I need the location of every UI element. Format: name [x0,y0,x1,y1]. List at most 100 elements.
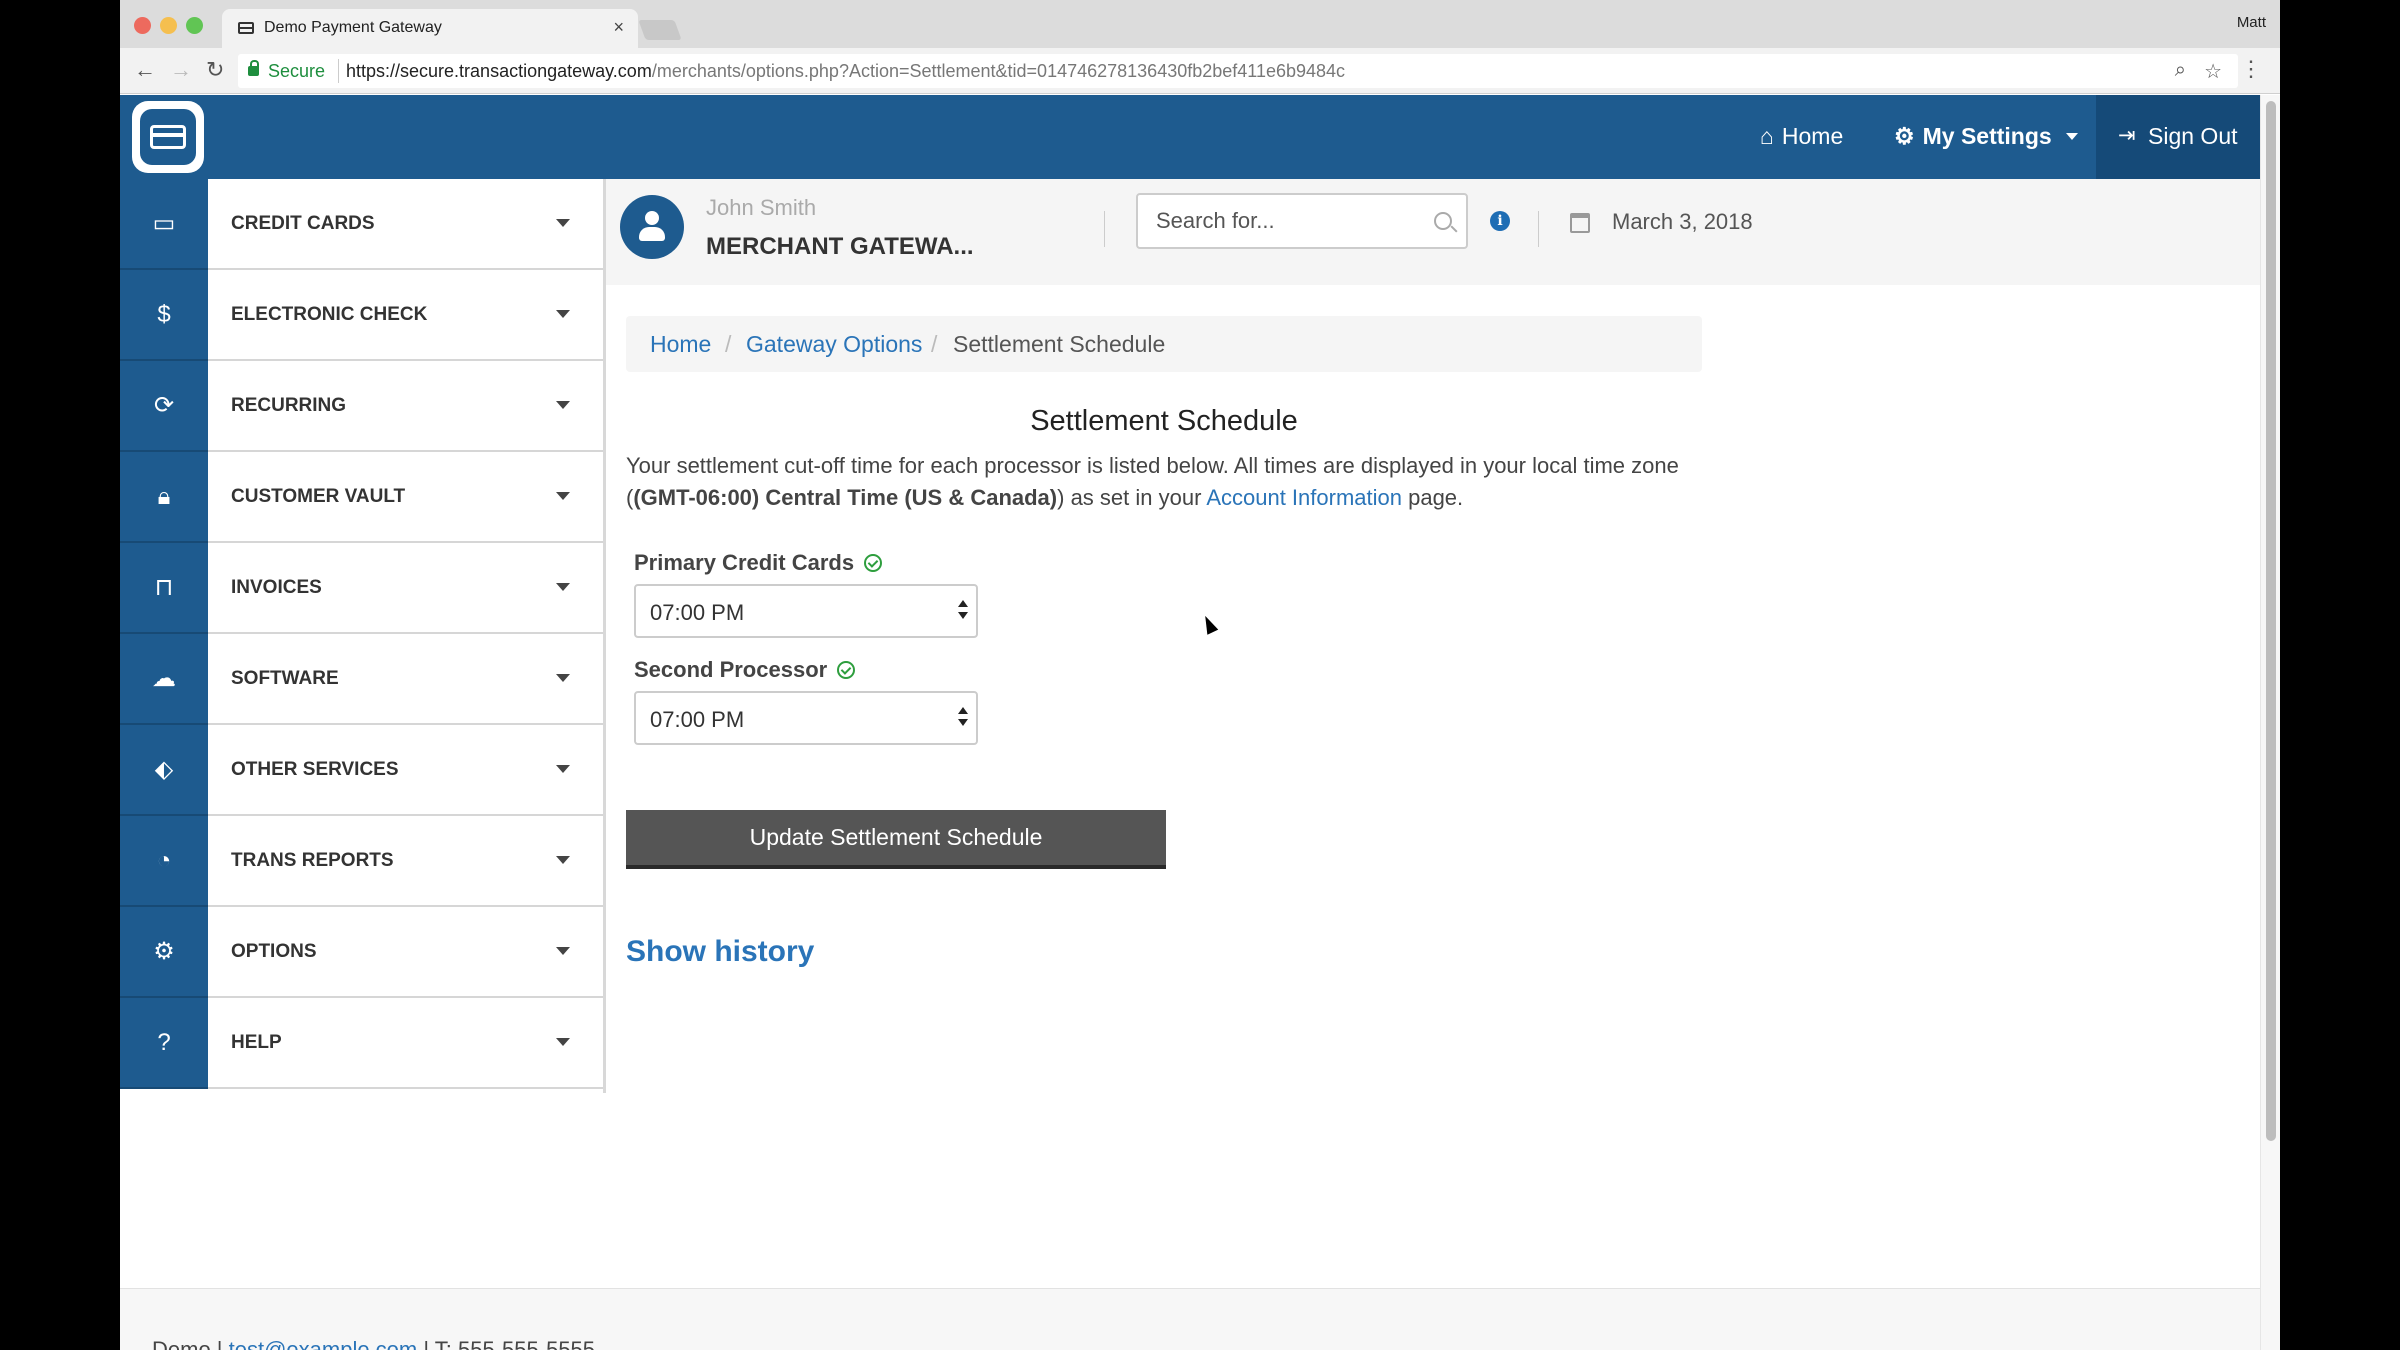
user-name: John Smith [706,195,817,220]
sidebar-item-recurring[interactable]: ⟳ RECURRING [120,361,603,452]
chevron-down-icon [556,583,570,591]
select-value: 07:00 PM [650,600,745,625]
nav-home-label: Home [1781,123,1844,149]
lock-icon: 🔒︎ [120,452,208,543]
profile-name[interactable]: Matt [2237,14,2266,31]
back-icon[interactable]: ← [134,57,156,83]
breadcrumb-gateway-options-link[interactable]: Gateway Options [746,331,922,358]
select-value: 07:00 PM [650,707,745,732]
lock-icon [248,60,259,76]
card-favicon-icon [238,22,254,34]
gears-icon: ⚙ [120,907,208,998]
close-window-button[interactable] [134,17,151,34]
breadcrumb-current: Settlement Schedule [953,331,1166,357]
sidebar-item-label: HELP [231,1032,282,1053]
logo-mark [140,109,196,165]
browser-window: Demo Payment Gateway × Matt ← → ↻ Secure… [120,0,2280,1350]
sign-out-button[interactable]: ⇥ Sign Out [2096,95,2260,179]
sidebar-item-options[interactable]: ⚙ OPTIONS [120,907,603,998]
sidebar-item-invoices[interactable]: ⊓ INVOICES [120,543,603,634]
tab-close-icon[interactable]: × [613,17,624,38]
breadcrumb: Home / Gateway Options / Settlement Sche… [626,316,1702,372]
url-host: https://secure.transactiongateway.com [346,61,652,81]
sidebar-item-label: INVOICES [231,577,322,598]
divider [1104,211,1105,247]
second-processor-label: Second Processor [634,657,856,683]
current-date: March 3, 2018 [1612,209,1753,234]
logo[interactable] [132,101,204,173]
minimize-window-button[interactable] [160,17,177,34]
sidebar-item-help[interactable]: ? HELP [120,998,603,1089]
nav-home-link[interactable]: ⌂ Home [1760,123,1843,150]
zoom-icon[interactable]: ⌕ [2175,59,2186,82]
top-navbar: ⌂ Home ⚙ My Settings ⇥ Sign Out [120,95,2260,179]
url-path: /merchants/options.php?Action=Settlement… [651,61,1346,81]
footer-email-link[interactable]: test@example.com [229,1337,418,1350]
breadcrumb-separator: / [725,331,732,357]
cloud-icon: ☁ [120,634,208,725]
sidebar-item-label: RECURRING [231,395,347,416]
sidebar-item-label: SOFTWARE [231,668,339,689]
url-field[interactable]: Secure https://secure.transactiongateway… [238,54,2238,88]
sidebar-item-label: ELECTRONIC CHECK [231,304,428,325]
sidebar-item-label: OTHER SERVICES [231,759,399,780]
primary-credit-cards-label: Primary Credit Cards [634,550,883,576]
update-settlement-schedule-button[interactable]: Update Settlement Schedule [626,810,1166,869]
home-icon: ⌂ [1760,123,1774,149]
sidebar-item-trans-reports[interactable]: ◔ TRANS REPORTS [120,816,603,907]
pie-chart-icon: ◔ [120,816,208,907]
chevron-down-icon [556,947,570,955]
browser-menu-icon[interactable]: ⋮ [2240,56,2262,82]
tags-icon: ⬖ [120,725,208,816]
account-information-link[interactable]: Account Information [1206,485,1402,510]
breadcrumb-home-link[interactable]: Home [650,331,711,358]
tab-title: Demo Payment Gateway [264,19,442,36]
forward-icon[interactable]: → [170,57,192,83]
new-tab-button[interactable] [638,20,682,40]
browser-tab[interactable]: Demo Payment Gateway × [222,9,638,48]
page-scrollbar[interactable] [2260,95,2280,1350]
second-processor-select[interactable]: 07:00 PM [634,691,978,745]
page-title: Settlement Schedule [1030,405,1298,437]
primary-credit-cards-select[interactable]: 07:00 PM [634,584,978,638]
desc-text: ) as set in your [1057,485,1207,510]
chevron-down-icon [556,492,570,500]
scrollbar-thumb[interactable] [2266,101,2276,1141]
sidebar-item-customer-vault[interactable]: 🔒︎ CUSTOMER VAULT [120,452,603,543]
mouse-cursor-icon [1199,613,1219,635]
breadcrumb-separator: / [931,331,938,357]
dollar-icon: $ [120,270,208,361]
sidebar-item-other-services[interactable]: ⬖ OTHER SERVICES [120,725,603,816]
avatar[interactable] [620,195,684,259]
timezone: (GMT-06:00) Central Time (US & Canada) [633,485,1058,510]
search-box [1136,193,1468,249]
address-bar: ← → ↻ Secure https://secure.transactiong… [120,48,2280,94]
sidebar-item-label: CREDIT CARDS [231,213,375,234]
sidebar-item-label: OPTIONS [231,941,317,962]
settlement-description: Your settlement cut-off time for each pr… [626,450,1716,514]
calendar-icon [1570,213,1590,233]
show-history-link[interactable]: Show history [626,935,814,969]
inbox-icon: ⊓ [120,543,208,634]
sidebar-item-electronic-check[interactable]: $ ELECTRONIC CHECK [120,270,603,361]
maximize-window-button[interactable] [186,17,203,34]
chevron-down-icon [556,856,570,864]
chevron-down-icon [2065,133,2078,140]
question-icon: ? [120,998,208,1089]
sign-out-label: Sign Out [2148,123,2238,149]
sidebar-item-credit-cards[interactable]: ▭ CREDIT CARDS [120,179,603,270]
info-icon[interactable]: i [1490,211,1510,231]
reload-icon[interactable]: ↻ [206,57,224,83]
search-input[interactable] [1156,207,1416,235]
footer-prefix: Demo | [152,1337,229,1350]
my-settings-label: My Settings [1922,123,2052,149]
search-icon[interactable] [1434,212,1452,230]
sidebar-item-software[interactable]: ☁ SOFTWARE [120,634,603,725]
my-settings-dropdown[interactable]: ⚙ My Settings [1894,123,2078,150]
field-label-text: Second Processor [634,657,828,682]
chevron-down-icon [556,219,570,227]
check-circle-icon [837,661,856,679]
sign-out-icon: ⇥ [2118,124,2136,147]
footer-phone: | T: 555-555-5555 [417,1337,596,1350]
star-icon[interactable]: ☆ [2204,59,2222,84]
